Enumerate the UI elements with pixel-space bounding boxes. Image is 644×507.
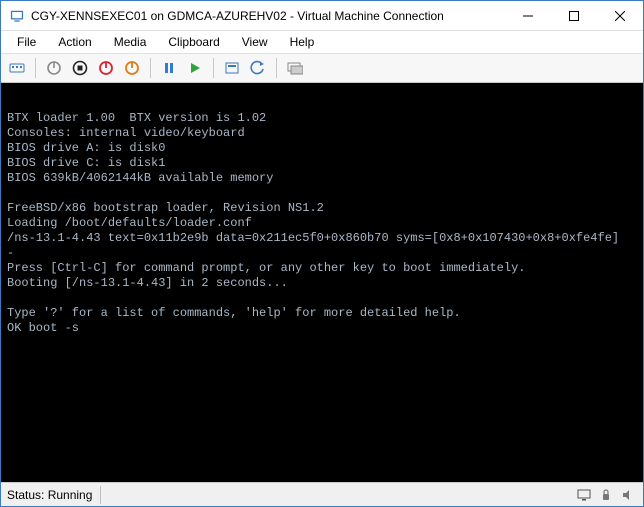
titlebar: CGY-XENNSEXEC01 on GDMCA-AZUREHV02 - Vir… — [1, 1, 643, 31]
toolbar-separator — [150, 58, 151, 78]
menubar: File Action Media Clipboard View Help — [1, 31, 643, 53]
close-icon — [615, 11, 625, 21]
enhanced-session-icon — [287, 60, 303, 76]
pause-button[interactable] — [157, 56, 181, 80]
revert-button[interactable] — [246, 56, 270, 80]
revert-icon — [250, 60, 266, 76]
console-line: Booting [/ns-13.1-4.43] in 2 seconds... — [7, 276, 288, 290]
window-title: CGY-XENNSEXEC01 on GDMCA-AZUREHV02 - Vir… — [31, 9, 505, 23]
reset-button[interactable] — [183, 56, 207, 80]
statusbar: Status: Running — [1, 482, 643, 506]
enhanced-session-button[interactable] — [283, 56, 307, 80]
console-line: OK boot -s — [7, 321, 79, 335]
minimize-button[interactable] — [505, 1, 551, 31]
status-text: Status: Running — [7, 486, 101, 504]
menu-view[interactable]: View — [232, 33, 278, 51]
menu-action[interactable]: Action — [48, 33, 101, 51]
console-line: BIOS drive C: is disk1 — [7, 156, 165, 170]
menu-clipboard[interactable]: Clipboard — [158, 33, 229, 51]
ctrl-alt-del-icon — [9, 60, 25, 76]
maximize-button[interactable] — [551, 1, 597, 31]
start-button[interactable] — [42, 56, 66, 80]
console-line: Consoles: internal video/keyboard — [7, 126, 245, 140]
close-button[interactable] — [597, 1, 643, 31]
turnoff-button[interactable] — [68, 56, 92, 80]
toolbar-separator — [213, 58, 214, 78]
stop-black-icon — [72, 60, 88, 76]
console-line: BIOS drive A: is disk0 — [7, 141, 165, 155]
shutdown-button[interactable] — [94, 56, 118, 80]
console-line: - — [7, 246, 14, 260]
minimize-icon — [523, 11, 533, 21]
toolbar-separator — [35, 58, 36, 78]
maximize-icon — [569, 11, 579, 21]
power-grey-icon — [46, 60, 62, 76]
power-orange-icon — [124, 60, 140, 76]
console-line: Loading /boot/defaults/loader.conf — [7, 216, 252, 230]
vm-console[interactable]: BTX loader 1.00 BTX version is 1.02 Cons… — [1, 83, 643, 482]
toolbar-separator — [276, 58, 277, 78]
menu-help[interactable]: Help — [280, 33, 325, 51]
power-red-icon — [98, 60, 114, 76]
toolbar — [1, 53, 643, 83]
console-line: FreeBSD/x86 bootstrap loader, Revision N… — [7, 201, 324, 215]
display-status-icon — [575, 486, 593, 504]
console-line: BTX loader 1.00 BTX version is 1.02 — [7, 111, 266, 125]
play-icon — [187, 60, 203, 76]
checkpoint-button[interactable] — [220, 56, 244, 80]
vm-icon — [9, 8, 25, 24]
pause-icon — [161, 60, 177, 76]
save-button[interactable] — [120, 56, 144, 80]
speaker-status-icon — [619, 486, 637, 504]
menu-file[interactable]: File — [7, 33, 46, 51]
console-line: Type '?' for a list of commands, 'help' … — [7, 306, 461, 320]
window-controls — [505, 1, 643, 31]
ctrl-alt-del-button[interactable] — [5, 56, 29, 80]
menu-media[interactable]: Media — [104, 33, 157, 51]
console-line: /ns-13.1-4.43 text=0x11b2e9b data=0x211e… — [7, 231, 619, 245]
console-line: Press [Ctrl-C] for command prompt, or an… — [7, 261, 525, 275]
security-status-icon — [597, 486, 615, 504]
console-line: BIOS 639kB/4062144kB available memory — [7, 171, 273, 185]
checkpoint-icon — [224, 60, 240, 76]
